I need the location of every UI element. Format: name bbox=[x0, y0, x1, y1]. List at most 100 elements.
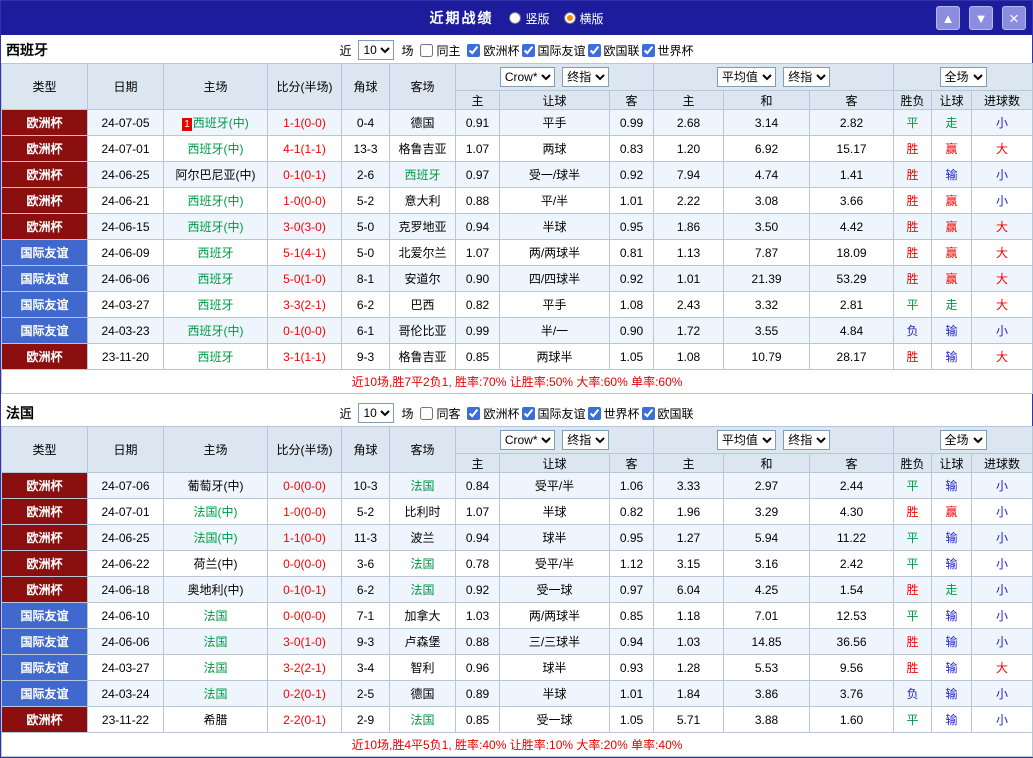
radio-icon bbox=[509, 12, 522, 24]
handicap-result: 走 bbox=[931, 576, 973, 603]
same-venue-checkbox[interactable]: 同客 bbox=[420, 405, 460, 422]
view-mode-radio[interactable]: 竖版 bbox=[509, 10, 550, 27]
match-count-select[interactable]: 10 bbox=[358, 40, 395, 60]
competition-checkbox[interactable]: 世界杯 bbox=[641, 42, 694, 59]
away-team: 安道尔 bbox=[389, 265, 456, 292]
avg-home: 3.33 bbox=[653, 472, 725, 499]
col-avg-home: 主 bbox=[653, 90, 725, 110]
home-team: 荷兰(中) bbox=[163, 550, 268, 577]
scope-header: 全场 bbox=[893, 426, 1033, 454]
scope-select[interactable]: 全场 bbox=[939, 67, 987, 87]
page-title: 近期战绩 bbox=[429, 10, 494, 26]
handicap-result: 输 bbox=[931, 161, 973, 188]
odds-away: 0.90 bbox=[608, 317, 655, 344]
avg-home: 1.28 bbox=[653, 654, 725, 681]
odds-home: 0.94 bbox=[455, 213, 500, 240]
scroll-up-button[interactable]: ▲ bbox=[936, 6, 960, 30]
odds-away: 1.06 bbox=[608, 472, 655, 499]
average-source-select[interactable]: 平均值 bbox=[716, 67, 776, 87]
average-source-select[interactable]: 平均值 bbox=[716, 430, 776, 450]
col-odds-home: 主 bbox=[455, 90, 500, 110]
corner-score: 7-1 bbox=[341, 602, 390, 629]
odds-source-select[interactable]: Crow* bbox=[499, 430, 555, 450]
avg-home: 1.03 bbox=[653, 628, 725, 655]
competition-checkbox[interactable]: 欧国联 bbox=[641, 405, 694, 422]
away-team: 意大利 bbox=[389, 187, 456, 214]
goals-result: 小 bbox=[971, 628, 1033, 655]
match-date: 24-06-22 bbox=[87, 550, 164, 577]
average-stage-select[interactable]: 终指 bbox=[783, 430, 831, 450]
odds-source-select[interactable]: Crow* bbox=[499, 67, 555, 87]
goals-result: 小 bbox=[971, 524, 1033, 551]
home-team: 法国 bbox=[163, 628, 268, 655]
competition-checkbox[interactable]: 欧国联 bbox=[587, 42, 640, 59]
competition-label: 欧国联 bbox=[657, 406, 694, 421]
match-count-select[interactable]: 10 bbox=[358, 403, 395, 423]
away-team: 法国 bbox=[389, 472, 456, 499]
competition-checkbox[interactable]: 国际友谊 bbox=[521, 405, 586, 422]
avg-away: 3.66 bbox=[809, 187, 895, 214]
topbar: 近期战绩 竖版 横版 ▲ ▼ × bbox=[1, 1, 1032, 35]
close-icon[interactable]: × bbox=[1002, 6, 1026, 30]
home-team: 西班牙(中) bbox=[163, 317, 268, 344]
competition-checkbox[interactable]: 欧洲杯 bbox=[467, 405, 520, 422]
competition-input[interactable] bbox=[587, 43, 601, 57]
match-row: 欧洲杯 24-06-15 西班牙(中) 3-0(3-0) 5-0 克罗地亚 0.… bbox=[1, 213, 1033, 240]
odds-home: 1.07 bbox=[455, 239, 500, 266]
same-venue-checkbox[interactable]: 同主 bbox=[420, 42, 460, 59]
competition-input[interactable] bbox=[467, 406, 481, 420]
odds-handicap: 受一球 bbox=[499, 576, 610, 603]
handicap-result: 输 bbox=[931, 317, 973, 344]
competition-input[interactable] bbox=[641, 43, 655, 57]
col-score: 比分(半场) bbox=[267, 426, 342, 473]
same-venue-label: 同客 bbox=[436, 406, 461, 421]
match-type: 欧洲杯 bbox=[1, 161, 88, 188]
handicap-result: 输 bbox=[931, 550, 973, 577]
odds-stage-select[interactable]: 终指 bbox=[562, 430, 610, 450]
home-team: 阿尔巴尼亚(中) bbox=[163, 161, 268, 188]
odds-home: 0.88 bbox=[455, 187, 500, 214]
odds-away: 1.05 bbox=[608, 343, 655, 370]
result: 负 bbox=[893, 680, 933, 707]
away-team: 加拿大 bbox=[389, 602, 456, 629]
competition-input[interactable] bbox=[641, 406, 655, 420]
handicap-result: 输 bbox=[931, 654, 973, 681]
competition-checkbox[interactable]: 国际友谊 bbox=[521, 42, 586, 59]
competition-checkbox[interactable]: 欧洲杯 bbox=[467, 42, 520, 59]
match-date: 23-11-20 bbox=[87, 343, 164, 370]
away-team-name: 波兰 bbox=[410, 531, 435, 545]
match-row: 欧洲杯 24-06-22 荷兰(中) 0-0(0-0) 3-6 法国 0.78 … bbox=[1, 550, 1033, 577]
odds-handicap: 半球 bbox=[499, 680, 610, 707]
view-mode-radio[interactable]: 横版 bbox=[563, 10, 604, 27]
same-venue-input[interactable] bbox=[420, 43, 434, 57]
competition-label: 欧洲杯 bbox=[483, 43, 520, 58]
match-date: 24-03-23 bbox=[87, 317, 164, 344]
avg-home: 7.94 bbox=[653, 161, 725, 188]
competition-input[interactable] bbox=[467, 43, 481, 57]
avg-draw: 3.32 bbox=[723, 291, 811, 318]
col-handicap-result: 让球 bbox=[931, 453, 973, 473]
home-team: 1 西班牙(中) bbox=[163, 109, 268, 136]
away-team-name: 格鲁吉亚 bbox=[398, 142, 447, 156]
away-team: 巴西 bbox=[389, 291, 456, 318]
col-date: 日期 bbox=[87, 63, 164, 110]
scroll-down-button[interactable]: ▼ bbox=[969, 6, 993, 30]
same-venue-input[interactable] bbox=[420, 406, 434, 420]
col-home: 主场 bbox=[163, 63, 268, 110]
match-date: 24-06-06 bbox=[87, 265, 164, 292]
odds-stage-select[interactable]: 终指 bbox=[562, 67, 610, 87]
average-stage-select[interactable]: 终指 bbox=[783, 67, 831, 87]
competition-input[interactable] bbox=[587, 406, 601, 420]
handicap-result: 赢 bbox=[931, 213, 973, 240]
competition-input[interactable] bbox=[521, 43, 535, 57]
avg-draw: 6.92 bbox=[723, 135, 811, 162]
avg-away: 1.60 bbox=[809, 706, 895, 733]
score: 1-0(0-0) bbox=[267, 498, 342, 525]
scope-select[interactable]: 全场 bbox=[939, 430, 987, 450]
competition-checkbox[interactable]: 世界杯 bbox=[587, 405, 640, 422]
goals-result: 小 bbox=[971, 706, 1033, 733]
average-header: 平均值 终指 bbox=[653, 426, 895, 454]
competition-label: 世界杯 bbox=[657, 43, 694, 58]
filter-row: 法国 近 10 场 同客 欧洲杯 国际友谊 世界杯 欧国联 bbox=[1, 400, 1032, 426]
competition-input[interactable] bbox=[521, 406, 535, 420]
